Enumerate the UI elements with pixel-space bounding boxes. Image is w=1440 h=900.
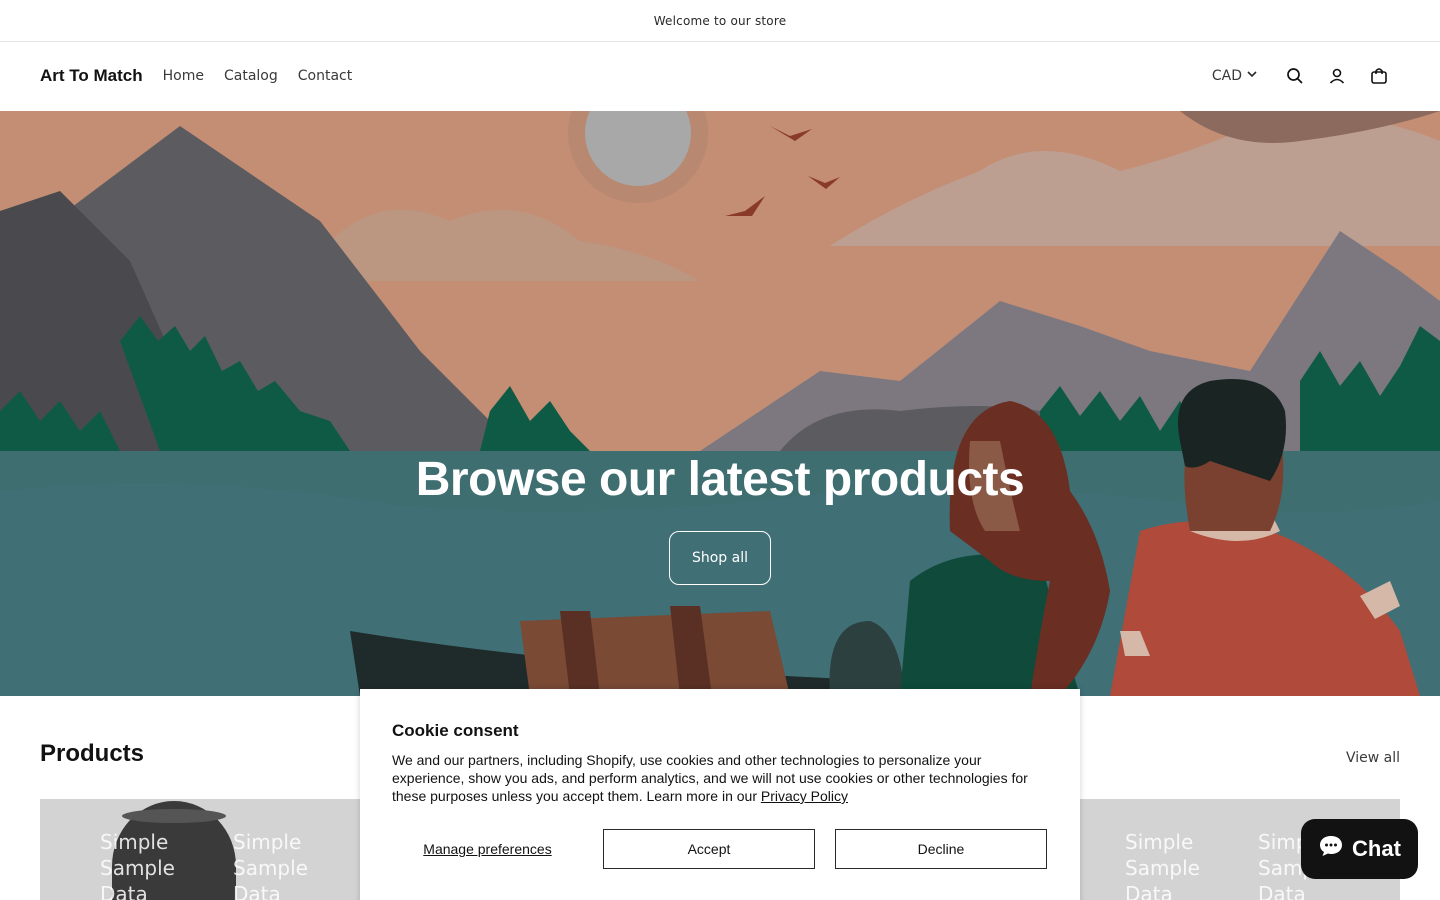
main-nav: Home Catalog Contact xyxy=(163,68,353,84)
hero-title: Browse our latest products xyxy=(415,453,1025,506)
cart-icon[interactable] xyxy=(1358,55,1400,97)
view-all-link[interactable]: View all xyxy=(1346,750,1400,766)
header-actions: CAD xyxy=(1212,55,1400,97)
cookie-title: Cookie consent xyxy=(392,721,519,740)
privacy-policy-link[interactable]: Privacy Policy xyxy=(761,788,848,804)
currency-selector[interactable]: CAD xyxy=(1212,68,1258,84)
cookie-body: We and our partners, including Shopify, … xyxy=(392,751,1048,805)
account-icon[interactable] xyxy=(1316,55,1358,97)
sample-watermark: Simple Sample Data xyxy=(233,830,308,900)
currency-label: CAD xyxy=(1211,68,1242,84)
decline-button[interactable]: Decline xyxy=(835,829,1047,869)
nav-contact[interactable]: Contact xyxy=(298,68,352,84)
chat-label: Chat xyxy=(1352,836,1401,861)
chat-button[interactable]: Chat xyxy=(1301,819,1418,879)
sample-watermark: Simple Sample Data xyxy=(1125,830,1200,900)
nav-catalog[interactable]: Catalog xyxy=(224,68,278,84)
site-header: Art To Match Home Catalog Contact CAD xyxy=(0,42,1440,110)
search-icon[interactable] xyxy=(1274,55,1316,97)
hero-banner: Browse our latest products Shop all xyxy=(0,111,1440,696)
announcement-bar: Welcome to our store xyxy=(0,0,1440,42)
store-logo[interactable]: Art To Match xyxy=(40,66,143,86)
manage-preferences-button[interactable]: Manage preferences xyxy=(392,841,583,857)
sample-watermark: Simple Sample Data xyxy=(100,830,175,900)
announcement-text: Welcome to our store xyxy=(653,13,787,28)
chat-bubble-icon xyxy=(1318,834,1344,864)
cookie-actions: Manage preferences Accept Decline xyxy=(392,829,1048,869)
hero-content: Browse our latest products Shop all xyxy=(0,111,1440,696)
shop-all-button[interactable]: Shop all xyxy=(668,531,772,585)
cookie-consent-banner: Cookie consent We and our partners, incl… xyxy=(360,689,1080,900)
nav-home[interactable]: Home xyxy=(163,68,204,84)
products-title: Products xyxy=(40,740,145,767)
chevron-down-icon xyxy=(1246,68,1258,84)
cookie-body-text: We and our partners, including Shopify, … xyxy=(392,752,1028,804)
accept-button[interactable]: Accept xyxy=(603,829,815,869)
